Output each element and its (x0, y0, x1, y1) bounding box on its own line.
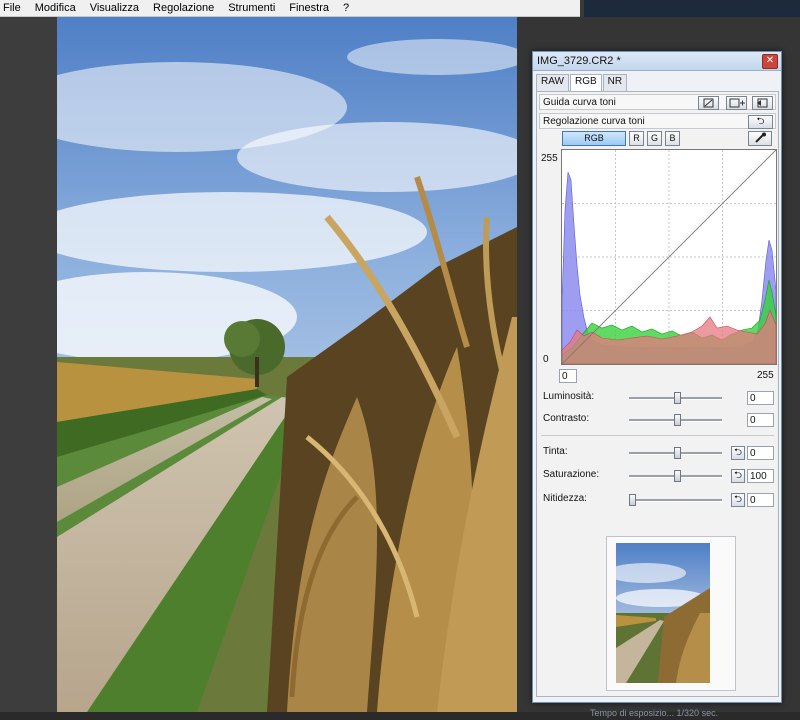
channel-b-button[interactable]: B (665, 131, 680, 146)
eyedropper-button[interactable] (748, 131, 772, 146)
histogram-y-min-label: 0 (543, 354, 549, 365)
main-photo (57, 17, 517, 712)
curve-reset-button[interactable] (752, 96, 773, 110)
curve-reset-icon (757, 98, 768, 108)
reset-button-nitidezza[interactable]: ⮌ (731, 493, 745, 507)
slider-track-nitidezza (629, 499, 722, 502)
value-field-tinta[interactable]: 0 (747, 446, 774, 460)
left-canvas-margin (0, 17, 57, 720)
curve-edit-button[interactable] (698, 96, 719, 110)
rgb-adjustment-palette: IMG_3729.CR2 * ✕ RAW RGB NR Guida curva … (532, 51, 782, 703)
tab-nr[interactable]: NR (602, 74, 628, 91)
status-strip: Tempo di esposizio... 1/320 sec. (0, 708, 800, 720)
eyedropper-icon (755, 132, 766, 143)
undo-icon: ⮌ (733, 470, 742, 481)
slider-thumb-luminosita[interactable] (674, 392, 681, 404)
tone-curve-guide-row: Guida curva toni (539, 94, 776, 110)
slider-label-luminosita: Luminosità: (543, 391, 595, 402)
slider-label-nitidezza: Nitidezza: (543, 493, 587, 504)
slider-label-saturazione: Saturazione: (543, 469, 600, 480)
value-field-nitidezza[interactable]: 0 (747, 493, 774, 507)
channel-rgb-button[interactable]: RGB (562, 131, 626, 146)
slider-label-tinta: Tinta: (543, 446, 568, 457)
palette-tabs: RAW RGB NR (536, 74, 628, 93)
curve-edit-icon (703, 98, 714, 108)
input-max-label: 255 (757, 370, 774, 381)
curve-add-icon (729, 98, 745, 108)
slider-thumb-contrasto[interactable] (674, 414, 681, 426)
histogram-graph (561, 149, 777, 365)
reset-button-saturazione[interactable]: ⮌ (731, 469, 745, 483)
preview-thumbnail (616, 543, 710, 683)
menu-strumenti[interactable]: Strumenti (221, 2, 282, 14)
tone-curve-guide-label: Guida curva toni (543, 97, 616, 108)
channel-r-button[interactable]: R (629, 131, 644, 146)
menu-visualizza[interactable]: Visualizza (83, 2, 146, 14)
photo-illustration (57, 17, 517, 712)
close-icon: ✕ (765, 55, 775, 66)
close-button[interactable]: ✕ (762, 54, 778, 69)
tone-curve-adjust-row: Regolazione curva toni ⮌ (539, 113, 776, 129)
status-text: Tempo di esposizio... 1/320 sec. (590, 708, 719, 718)
value-field-contrasto[interactable]: 0 (747, 413, 774, 427)
slider-thumb-tinta[interactable] (674, 447, 681, 459)
menu-bar: File Modifica Visualizza Regolazione Str… (0, 0, 580, 17)
tone-curve-adjust-label: Regolazione curva toni (543, 116, 645, 127)
separator (541, 435, 774, 436)
value-field-luminosita[interactable]: 0 (747, 391, 774, 405)
curve-new-button[interactable] (726, 96, 747, 110)
navigator-preview[interactable] (606, 536, 736, 691)
menu-finestra[interactable]: Finestra (282, 2, 336, 14)
undo-icon: ⮌ (733, 447, 742, 458)
menu-modifica[interactable]: Modifica (28, 2, 83, 14)
undo-icon: ⮌ (733, 494, 742, 505)
palette-titlebar[interactable]: IMG_3729.CR2 * (533, 52, 781, 71)
channel-g-button[interactable]: G (647, 131, 662, 146)
slider-label-contrasto: Contrasto: (543, 413, 590, 424)
undo-icon: ⮌ (756, 116, 765, 127)
tab-raw[interactable]: RAW (536, 74, 569, 91)
palette-title: IMG_3729.CR2 * (537, 55, 621, 67)
value-field-saturazione[interactable]: 100 (747, 469, 774, 483)
menu-file[interactable]: File (0, 2, 28, 14)
menu-regolazione[interactable]: Regolazione (146, 2, 221, 14)
menu-help[interactable]: ? (336, 2, 356, 14)
slider-thumb-saturazione[interactable] (674, 470, 681, 482)
slider-thumb-nitidezza[interactable] (629, 494, 636, 506)
tone-curve-histogram[interactable] (561, 149, 777, 365)
reset-button-tinta[interactable]: ⮌ (731, 446, 745, 460)
histogram-y-max-label: 255 (541, 153, 558, 164)
tone-curve-undo-button[interactable]: ⮌ (748, 115, 773, 129)
input-min-field[interactable]: 0 (559, 369, 577, 383)
